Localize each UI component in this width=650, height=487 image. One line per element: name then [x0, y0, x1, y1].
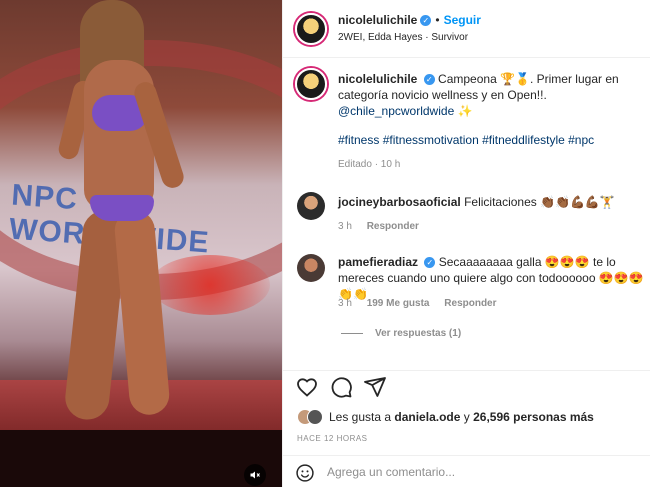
- post-media[interactable]: NPC WORLDWIDE: [0, 0, 282, 487]
- caption-hashtags[interactable]: #fitness #fitnessmotivation #fitneddlife…: [338, 133, 594, 147]
- caption-text: nicolelulichile ✓ Campeona 🏆🥇. Primer lu…: [338, 71, 648, 119]
- comment-body: Felicitaciones 👏🏾👏🏾💪🏾💪🏾🏋: [464, 195, 615, 209]
- caption-username[interactable]: nicolelulichile: [338, 72, 417, 86]
- reply-button[interactable]: Responder: [367, 221, 419, 232]
- post-time: HACE 12 HORAS: [297, 434, 368, 443]
- likes-summary[interactable]: Les gusta a daniela.ode y 26,596 persona…: [297, 409, 594, 425]
- likes-text: Les gusta a daniela.ode y 26,596 persona…: [329, 410, 594, 424]
- emoji-button[interactable]: [295, 463, 315, 483]
- caption-avatar[interactable]: [295, 68, 327, 100]
- liker-avatar: [307, 409, 323, 425]
- comment-icon: [331, 377, 352, 398]
- comment-meta: 3 h 199 Me gusta Responder: [338, 298, 497, 309]
- reply-button[interactable]: Responder: [444, 298, 496, 309]
- comment-meta: 3 h Responder: [338, 221, 419, 232]
- athlete-bottom: [90, 195, 154, 221]
- commenter-username[interactable]: pamefieradiaz: [338, 255, 418, 269]
- comment-text: jocineybarbosaoficial Felicitaciones 👏🏾👏…: [338, 195, 615, 209]
- stage-floor: [0, 430, 282, 487]
- author-avatar[interactable]: [295, 13, 327, 45]
- share-icon: [364, 377, 386, 397]
- author-username[interactable]: nicolelulichile: [338, 13, 417, 27]
- follow-button[interactable]: Seguir: [444, 13, 481, 27]
- comment-input[interactable]: [327, 462, 627, 482]
- replies-line: [341, 333, 363, 334]
- comment-text: pamefieradiaz ✓ Secaaaaaaaa galla 😍😍😍 te…: [338, 254, 648, 302]
- commenter-username[interactable]: jocineybarbosaoficial: [338, 195, 461, 209]
- comments-section[interactable]: nicolelulichile ✓ Campeona 🏆🥇. Primer lu…: [283, 58, 650, 370]
- smiley-icon: [296, 464, 314, 482]
- post-actions: Les gusta a daniela.ode y 26,596 persona…: [283, 370, 650, 487]
- comment-button[interactable]: [329, 375, 353, 399]
- athlete-figure: [40, 0, 187, 430]
- likes-prefix: Les gusta a: [329, 410, 392, 424]
- athlete-leg-right: [113, 208, 171, 417]
- commenter-avatar[interactable]: [297, 254, 325, 282]
- muted-speaker-icon: [250, 471, 260, 479]
- commenter-avatar[interactable]: [297, 192, 325, 220]
- caption-mention[interactable]: @chile_npcworldwide: [338, 104, 454, 118]
- author-line: nicolelulichile ✓ • Seguir: [338, 13, 481, 27]
- share-button[interactable]: [363, 375, 387, 399]
- verified-badge-icon: ✓: [424, 257, 436, 269]
- audio-track[interactable]: 2WEI, Edda Hayes · Survivor: [338, 32, 468, 43]
- comment-time: 3 h: [338, 221, 352, 232]
- verified-badge-icon: ✓: [420, 14, 432, 26]
- caption-sparkle: ✨: [457, 104, 473, 118]
- likes-connector: y: [463, 410, 470, 424]
- caption-edited-time: Editado · 10 h: [338, 159, 401, 170]
- comment-likes[interactable]: 199 Me gusta: [367, 298, 430, 309]
- add-comment-bar: [283, 455, 650, 487]
- separator-dot: •: [435, 13, 440, 27]
- post-header: nicolelulichile ✓ • Seguir 2WEI, Edda Ha…: [283, 0, 650, 58]
- like-button[interactable]: [295, 375, 319, 399]
- comment-time: 3 h: [338, 298, 352, 309]
- likes-count[interactable]: 26,596 personas más: [473, 410, 594, 424]
- view-replies-button[interactable]: Ver respuestas (1): [341, 328, 461, 339]
- post-details-panel: nicolelulichile ✓ • Seguir 2WEI, Edda Ha…: [282, 0, 650, 487]
- heart-icon: [297, 378, 317, 397]
- verified-badge-icon: ✓: [423, 74, 435, 86]
- view-replies-label: Ver respuestas (1): [375, 328, 462, 339]
- mute-button[interactable]: [244, 464, 266, 486]
- likes-user[interactable]: daniela.ode: [394, 410, 460, 424]
